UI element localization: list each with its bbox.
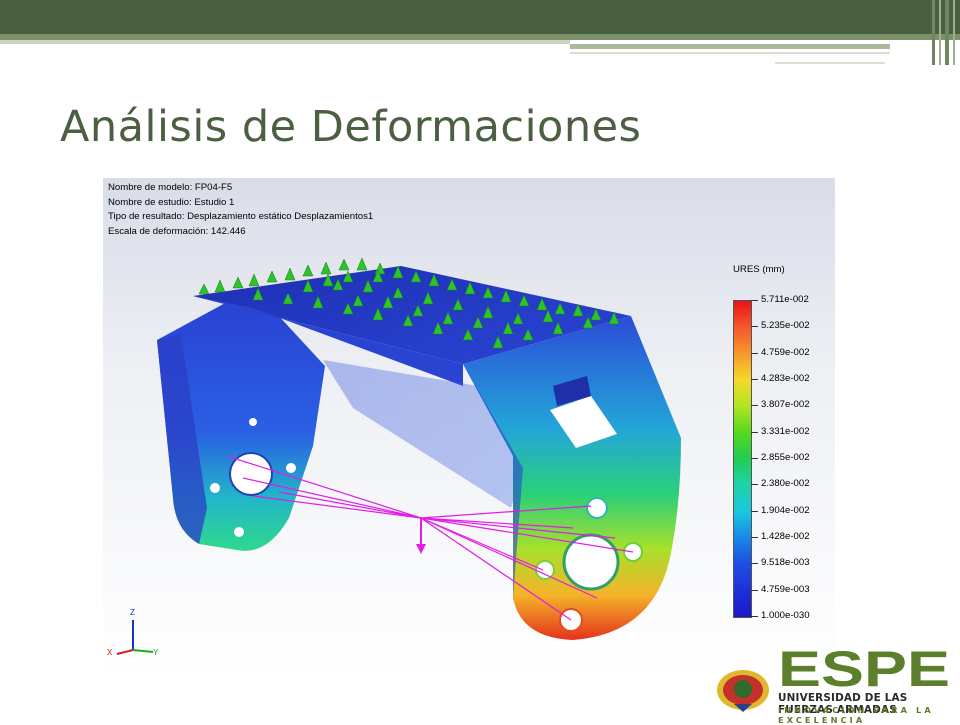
- legend-tick-mark: [751, 379, 758, 380]
- color-scale-bar: [733, 300, 752, 618]
- legend-tick-label: 2.380e-002: [761, 478, 810, 490]
- legend-tick-label: 1.000e-030: [761, 610, 810, 621]
- legend-tick-mark: [751, 458, 758, 459]
- legend-tick-label: 9.518e-003: [761, 557, 810, 569]
- legend-tick-label: 2.855e-002: [761, 452, 810, 463]
- axis-label-z: Z: [130, 608, 135, 617]
- header-band: [0, 0, 960, 34]
- deformed-part-model: [116, 257, 681, 655]
- axis-label-y: Y: [153, 648, 159, 657]
- espe-wordmark: ESPE: [778, 648, 950, 690]
- legend-tick-mark: [751, 563, 758, 565]
- header-rule-short: [775, 62, 885, 64]
- legend-tick-label: 4.759e-002: [761, 346, 810, 358]
- axis-label-x: X: [107, 648, 113, 657]
- legend-tick-mark: [751, 510, 758, 512]
- legend-tick-label: 3.331e-002: [761, 425, 810, 437]
- legend-tick-label: 3.807e-002: [761, 399, 810, 411]
- legend-title: URES (mm): [733, 264, 785, 275]
- legend-tick-mark: [751, 300, 758, 301]
- legend-tick-label: 1.428e-002: [761, 531, 810, 542]
- logo-wordmark-text: ESPE: [778, 648, 950, 690]
- header-vertical-bars: [926, 0, 960, 65]
- legend-tick-label: 4.283e-002: [761, 373, 810, 384]
- legend-tick-mark: [751, 326, 758, 328]
- legend-tick-mark: [751, 352, 758, 354]
- legend-tick-mark: [751, 589, 758, 591]
- legend-tick-mark: [751, 405, 758, 407]
- legend-tick-label: 4.759e-003: [761, 583, 810, 595]
- legend-tick-label: 1.904e-002: [761, 504, 810, 516]
- espe-crest-icon: [717, 670, 769, 712]
- slide-title: Análisis de Deformaciones: [60, 102, 642, 152]
- legend-tick-mark: [751, 484, 758, 486]
- header-rule-right: [570, 44, 890, 49]
- header-rule-left: [0, 40, 570, 44]
- legend-tick-mark: [751, 616, 758, 617]
- legend-tick-mark: [751, 431, 758, 433]
- logo-motto: INNOVACIÓN PARA LA EXCELENCIA: [778, 705, 934, 725]
- axis-triad: [116, 620, 154, 655]
- simulation-viewport[interactable]: Nombre de modelo: FP04-F5 Nombre de estu…: [103, 178, 835, 678]
- legend-tick-mark: [751, 537, 758, 538]
- legend-tick-label: 5.235e-002: [761, 320, 810, 332]
- header-rule-thin: [570, 52, 890, 54]
- legend-tick-label: 5.711e-002: [761, 294, 809, 305]
